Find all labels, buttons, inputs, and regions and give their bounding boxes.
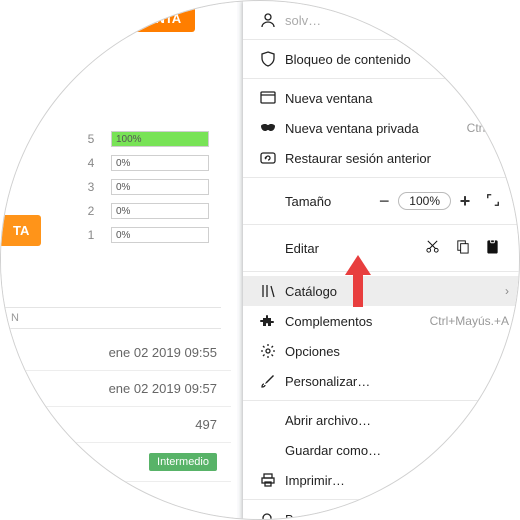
list-item: Intermedio	[1, 443, 231, 482]
list: ene 02 2019 09:55 ene 02 2019 09:57 497 …	[1, 335, 231, 482]
side-tab[interactable]: TA	[1, 215, 41, 246]
user-icon	[257, 12, 279, 28]
rating-row: 1 0%	[81, 223, 209, 247]
paintbrush-icon	[257, 373, 279, 389]
menu-item-truncated[interactable]: solv…	[243, 5, 519, 35]
menu-item-print[interactable]: Imprimir…	[243, 465, 519, 495]
edit-controls: Editar	[243, 229, 519, 267]
copy-icon[interactable]	[447, 239, 477, 257]
fullscreen-icon[interactable]	[479, 191, 507, 212]
menu-item-find[interactable]: Buscar en esta página…	[243, 504, 519, 520]
list-item: 497	[1, 407, 231, 443]
section-header: N	[1, 307, 221, 329]
menu-item-new-private-window[interactable]: Nueva ventana privada Ctrl+Ma	[243, 113, 519, 143]
zoom-out-button[interactable]: −	[370, 191, 398, 212]
rating-row: 2 0%	[81, 199, 209, 223]
restore-icon	[257, 150, 279, 166]
chevron-right-icon: ›	[505, 284, 509, 298]
menu-item-save-as[interactable]: Guardar como… Ctr	[243, 435, 519, 465]
ratings-block: 5 100% 4 0% 3 0% 2 0% 1 0%	[81, 127, 209, 247]
menu-item-catalog[interactable]: Catálogo ›	[243, 276, 519, 306]
zoom-value[interactable]: 100%	[398, 192, 451, 210]
account-button[interactable]: R CUENTA	[101, 5, 195, 32]
menu-item-addons[interactable]: Complementos Ctrl+Mayús.+A	[243, 306, 519, 336]
rating-row: 4 0%	[81, 151, 209, 175]
level-badge: Intermedio	[149, 453, 217, 471]
library-icon	[257, 283, 279, 299]
menu-item-new-window[interactable]: Nueva ventana	[243, 83, 519, 113]
page-background: R CUENTA 5 100% 4 0% 3 0% 2 0% 1 0%	[1, 1, 237, 520]
search-icon	[257, 511, 279, 520]
app-menu: solv… Bloqueo de contenido Nueva ventana…	[243, 1, 519, 520]
list-item: ene 02 2019 09:55	[1, 335, 231, 371]
mask-icon	[257, 120, 279, 136]
menu-item-options[interactable]: Opciones	[243, 336, 519, 366]
rating-row: 3 0%	[81, 175, 209, 199]
list-item: ene 02 2019 09:57	[1, 371, 231, 407]
cut-icon[interactable]	[417, 239, 447, 257]
menu-item-customize[interactable]: Personalizar…	[243, 366, 519, 396]
printer-icon	[257, 472, 279, 488]
zoom-in-button[interactable]: +	[451, 191, 479, 212]
rating-row: 5 100%	[81, 127, 209, 151]
puzzle-icon	[257, 313, 279, 329]
menu-item-restore-session[interactable]: Restaurar sesión anterior	[243, 143, 519, 173]
window-icon	[257, 90, 279, 106]
zoom-controls: Tamaño − 100% +	[243, 182, 519, 220]
menu-item-open-file[interactable]: Abrir archivo…	[243, 405, 519, 435]
gear-icon	[257, 343, 279, 359]
menu-item-content-blocking[interactable]: Bloqueo de contenido	[243, 44, 519, 74]
paste-icon[interactable]	[477, 239, 507, 257]
shield-icon	[257, 51, 279, 67]
